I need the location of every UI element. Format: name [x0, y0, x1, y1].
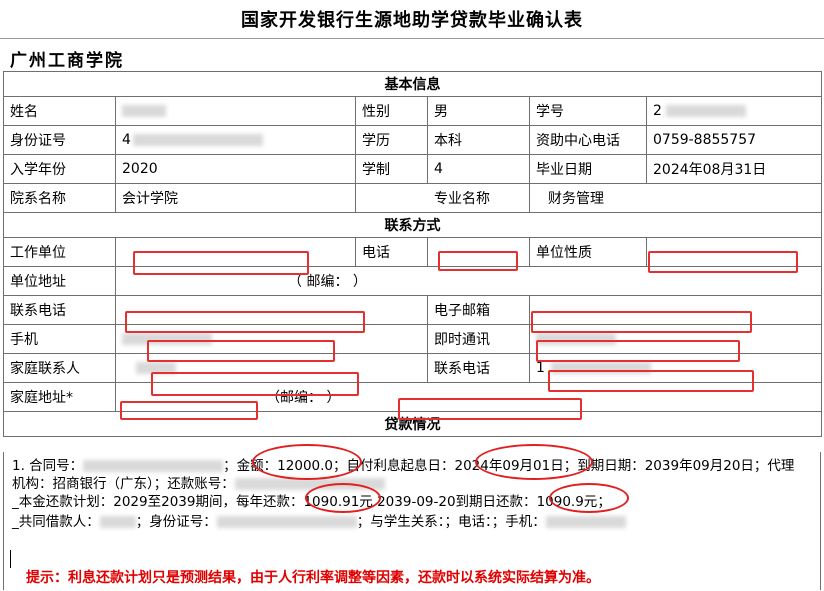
value-graduation-date[interactable]: 2024年08月31日 — [646, 154, 822, 184]
annotation-box-family-phone — [548, 370, 754, 392]
table-row: 姓名 性别 男 学号 2 — [3, 96, 822, 126]
value-gender[interactable]: 男 — [427, 96, 530, 126]
table-row: 院系名称 会计学院 专业名称 财务管理 — [3, 183, 822, 213]
label-enroll-year: 入学年份 — [3, 154, 116, 184]
redacted-name — [122, 105, 166, 117]
section-contact: 联系方式 — [3, 212, 822, 238]
school-name: 广州工商学院 — [10, 51, 124, 71]
value-major[interactable]: 财务管理 — [529, 183, 822, 213]
label-gender: 性别 — [355, 96, 428, 126]
label-mobile: 手机 — [3, 324, 116, 354]
section-basic-info: 基本信息 — [3, 71, 822, 97]
label-name: 姓名 — [3, 96, 116, 126]
table-row: 入学年份 2020 学制 4 毕业日期 2024年08月31日 — [3, 154, 822, 184]
text-cursor — [10, 550, 11, 568]
value-department[interactable]: 会计学院 — [115, 183, 356, 213]
value-duration[interactable]: 4 — [427, 154, 530, 184]
label-student-id: 学号 — [529, 96, 647, 126]
label-email: 电子邮箱 — [427, 295, 530, 325]
value-id-number[interactable]: 4 — [115, 125, 356, 155]
label-duration: 学制 — [355, 154, 428, 184]
annotation-oval-final — [549, 483, 629, 513]
annotation-box-contact-phone — [125, 311, 365, 333]
label-major: 专业名称 — [355, 183, 530, 213]
loan-line-coborrower: _共同借款人： ；身份证号： ；与学生关系：；电话：；手机： — [12, 512, 626, 532]
value-enroll-year[interactable]: 2020 — [115, 154, 356, 184]
label-family-contact: 家庭联系人 — [3, 353, 116, 383]
redacted-coborrower — [99, 516, 136, 528]
label-unit-address: 单位地址 — [3, 266, 116, 296]
redacted-coborrower-mobile — [545, 516, 626, 528]
form-title: 国家开发银行生源地助学贷款毕业确认表 — [241, 10, 583, 31]
label-education: 学历 — [355, 125, 428, 155]
annotation-box-im — [536, 340, 740, 362]
value-aid-center-phone[interactable]: 0759-8855757 — [646, 125, 822, 155]
value-student-id[interactable]: 2 — [646, 96, 822, 126]
redacted-student-id — [665, 105, 746, 117]
annotation-box-phone — [438, 251, 518, 271]
value-education[interactable]: 本科 — [427, 125, 530, 155]
label-home-address: 家庭地址* — [3, 382, 116, 412]
annotation-box-home-postcode — [398, 398, 582, 420]
redacted-contract-no — [83, 460, 224, 472]
label-aid-center-phone: 资助中心电话 — [529, 125, 647, 155]
table-row: 身份证号 4 学历 本科 资助中心电话 0759-8855757 — [3, 125, 822, 155]
annotation-oval-yearly — [305, 483, 381, 513]
label-contact-phone: 联系电话 — [3, 295, 116, 325]
label-im: 即时通讯 — [427, 324, 530, 354]
confirmation-form-page: 国家开发银行生源地助学贷款毕业确认表 广州工商学院 基本信息 姓名 性别 男 学… — [0, 0, 824, 591]
loan-line-contract: 1. 合同号： ；金额：12000.0；自付利息起息日：2024年09月01日；到… — [12, 458, 795, 474]
value-name[interactable] — [115, 96, 356, 126]
annotation-box-work-unit — [133, 251, 309, 275]
redacted-coborrower-id — [216, 516, 357, 528]
annotation-box-email — [531, 311, 752, 333]
label-graduation-date: 毕业日期 — [529, 154, 647, 184]
annotation-box-mobile — [147, 340, 335, 362]
label-phone: 电话 — [355, 237, 428, 267]
label-department: 院系名称 — [3, 183, 116, 213]
title-divider — [0, 38, 824, 39]
label-family-phone: 联系电话 — [427, 353, 530, 383]
label-id-number: 身份证号 — [3, 125, 116, 155]
annotation-oval-amount — [252, 444, 362, 480]
repayment-hint: 提示：利息还款计划只是预测结果，由于人行利率调整等因素，还款时以系统实际结算为准… — [26, 570, 600, 586]
redacted-id-number — [132, 134, 263, 146]
annotation-box-family-contact — [151, 372, 359, 396]
annotation-oval-interest-date — [475, 444, 593, 480]
label-work-unit: 工作单位 — [3, 237, 116, 267]
label-unit-type: 单位性质 — [529, 237, 647, 267]
annotation-box-unit-type — [648, 251, 798, 273]
annotation-box-home-address — [120, 401, 258, 420]
